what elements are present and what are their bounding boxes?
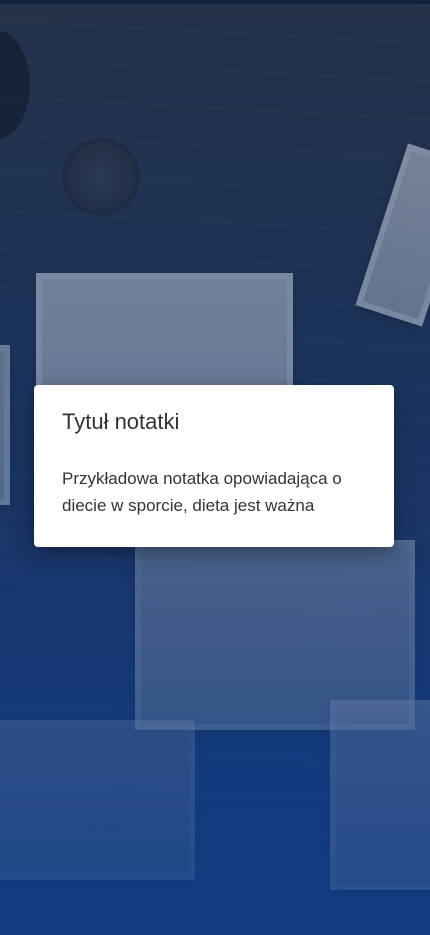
note-card[interactable]: Tytuł notatki Przykładowa notatka opowia… — [34, 385, 394, 547]
note-title: Tytuł notatki — [62, 409, 180, 434]
note-body: Przykładowa notatka opowiadająca o dieci… — [62, 469, 342, 515]
